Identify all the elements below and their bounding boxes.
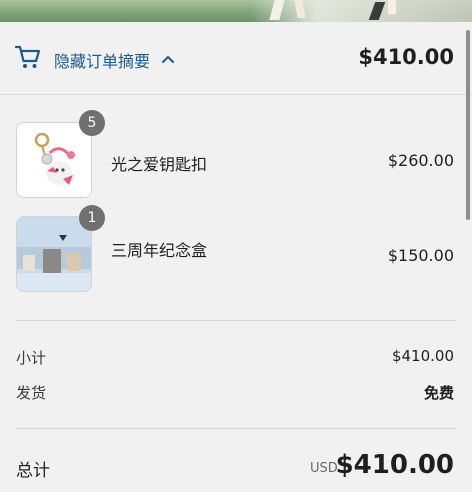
total-label: 总计 xyxy=(16,461,50,481)
total-value: $410.00 xyxy=(335,450,454,480)
shipping-value: 免费 xyxy=(423,384,454,402)
currency-code: USD xyxy=(310,461,338,476)
subtotal-label: 小计 xyxy=(16,349,47,367)
quantity-badge: 5 xyxy=(79,110,105,136)
product-thumbnail xyxy=(16,216,92,292)
scrollbar[interactable] xyxy=(466,30,470,220)
product-thumbnail xyxy=(16,122,92,198)
product-name: 三周年纪念盒 xyxy=(111,241,208,260)
divider xyxy=(16,428,456,429)
chevron-up-icon[interactable] xyxy=(161,53,175,65)
product-price: $260.00 xyxy=(387,151,454,170)
hero-image xyxy=(0,0,472,22)
order-summary-toggle[interactable]: 隐藏订单摘要 $410.00 xyxy=(0,22,472,95)
divider xyxy=(16,320,456,321)
summary-total: $410.00 xyxy=(358,45,454,69)
cart-icon xyxy=(14,45,41,68)
toggle-summary-label[interactable]: 隐藏订单摘要 xyxy=(54,48,150,72)
subtotal-value: $410.00 xyxy=(391,347,454,365)
product-price: $150.00 xyxy=(387,246,454,265)
shipping-label: 发货 xyxy=(16,384,47,402)
quantity-badge: 1 xyxy=(79,205,105,231)
product-name: 光之爱钥匙扣 xyxy=(111,155,208,174)
